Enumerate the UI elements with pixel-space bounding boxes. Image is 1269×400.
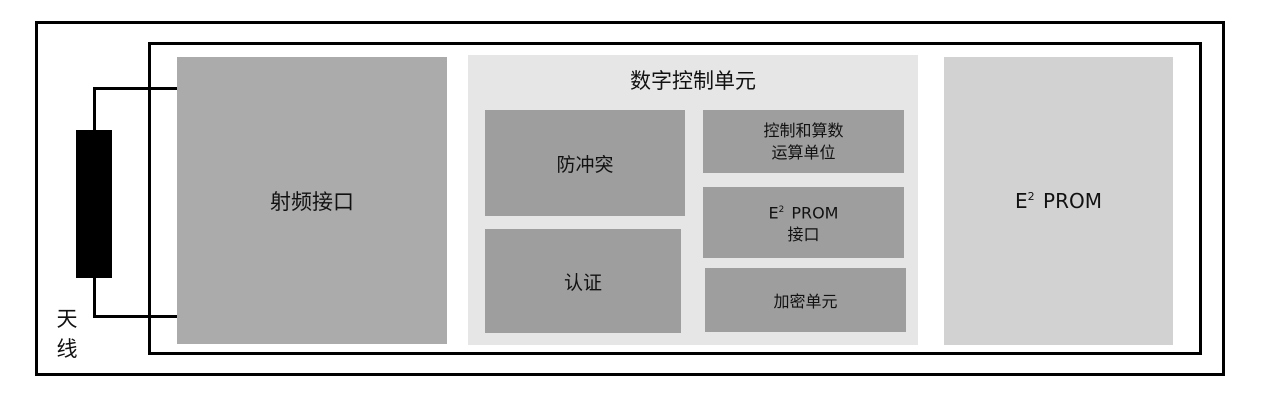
- eeprom-label: E2 PROM: [1015, 189, 1102, 213]
- antenna-wire-bottom-vertical: [93, 277, 96, 318]
- control-alu-label-line1: 控制和算数: [763, 120, 844, 140]
- antenna-label-line2: 线: [56, 337, 78, 361]
- anticollision-label: 防冲突: [556, 153, 614, 176]
- eeprom-block: E2 PROM: [944, 57, 1173, 345]
- eeprom-superscript: 2: [1027, 189, 1035, 203]
- rf-interface-label: 射频接口: [270, 189, 354, 214]
- rf-interface-block: 射频接口: [177, 57, 447, 344]
- eeprom-interface-block: E2 PROM 接口: [703, 187, 904, 258]
- antenna-wire-top-horizontal: [93, 87, 177, 90]
- authentication-label: 认证: [563, 271, 602, 294]
- digital-control-unit-title: 数字控制单元: [630, 69, 756, 93]
- control-alu-block: 控制和算数 运算单位: [703, 110, 904, 173]
- encryption-unit-block: 加密单元: [705, 268, 906, 332]
- eeprom-prom: PROM: [1036, 189, 1102, 213]
- eeprom-interface-label-line1: E2 PROM: [769, 199, 839, 225]
- antenna-coil: [76, 130, 112, 278]
- eeprom-interface-prom: PROM: [786, 203, 839, 223]
- antenna-wire-top-vertical: [93, 87, 96, 131]
- antenna-wire-bottom-horizontal: [93, 315, 177, 318]
- encryption-unit-label: 加密单元: [773, 292, 838, 311]
- eeprom-interface-superscript: 2: [778, 204, 785, 215]
- eeprom-e: E: [1015, 189, 1028, 213]
- antenna-label-line1: 天: [56, 307, 78, 331]
- eeprom-interface-label-line2: 接口: [787, 225, 820, 245]
- control-alu-label-line2: 运算单位: [771, 142, 836, 162]
- anticollision-block: 防冲突: [485, 110, 685, 216]
- eeprom-interface-e: E: [768, 203, 779, 223]
- authentication-block: 认证: [485, 229, 681, 333]
- antenna-label: 天 线: [52, 304, 82, 364]
